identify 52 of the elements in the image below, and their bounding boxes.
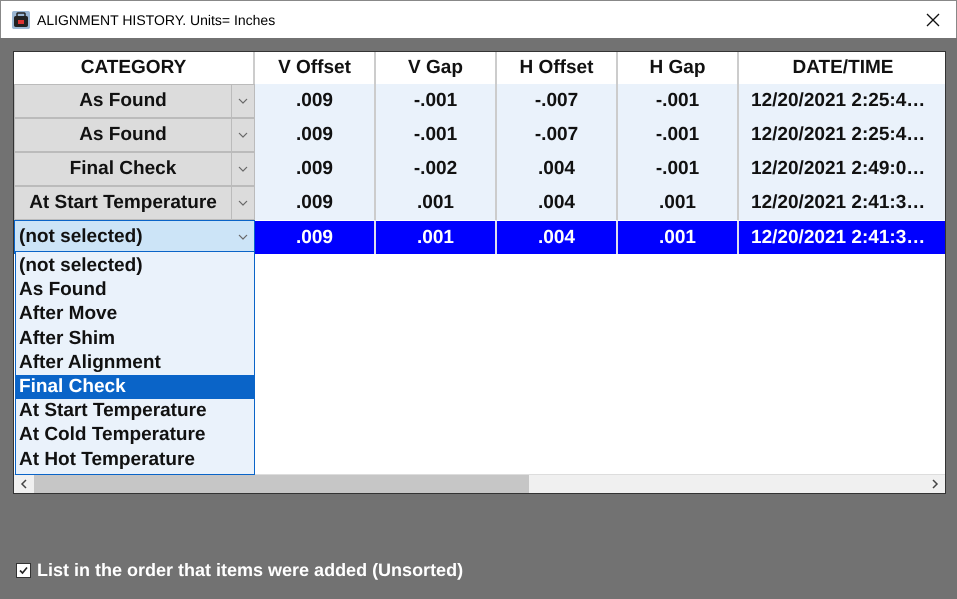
category-combo[interactable]: As Found — [14, 84, 255, 118]
dropdown-option[interactable]: At Hot Temperature — [16, 448, 254, 472]
table-cell: .009 — [255, 220, 376, 254]
table-cell: .004 — [497, 220, 618, 254]
table-cell: -.007 — [497, 118, 618, 152]
table-cell: .009 — [255, 152, 376, 186]
dropdown-option[interactable]: At Cold Temperature — [16, 423, 254, 448]
category-combo[interactable]: Final Check — [14, 152, 255, 186]
window-title: ALIGNMENT HISTORY. Units= Inches — [37, 12, 276, 28]
horizontal-scrollbar[interactable] — [14, 474, 945, 493]
table-cell: .001 — [618, 220, 739, 254]
table-cell: -.007 — [497, 84, 618, 118]
table-cell: -.001 — [618, 152, 739, 186]
table-cell: .001 — [376, 220, 497, 254]
table-cell: 12/20/2021 2:25:4… — [739, 118, 945, 152]
category-combo[interactable]: As Found — [14, 118, 255, 152]
dropdown-option[interactable]: Final Check — [16, 374, 254, 400]
scroll-right-icon[interactable] — [931, 479, 939, 489]
scroll-left-icon[interactable] — [20, 479, 28, 489]
table-cell: 12/20/2021 2:49:0… — [739, 152, 945, 186]
table-cell: .001 — [618, 186, 739, 220]
table-cell: 12/20/2021 2:41:3… — [739, 220, 945, 254]
table-cell: -.001 — [376, 118, 497, 152]
toolbox-icon — [11, 10, 31, 30]
table-cell: 12/20/2021 2:41:3… — [739, 186, 945, 220]
table-cell: .009 — [255, 118, 376, 152]
table-cell: .001 — [376, 186, 497, 220]
table-cell: -.002 — [376, 152, 497, 186]
dropdown-option[interactable]: As Found — [16, 278, 254, 302]
dropdown-option[interactable]: After Move — [16, 302, 254, 327]
category-combo[interactable]: (not selected) — [14, 220, 255, 254]
dropdown-option[interactable]: At Start Temperature — [16, 399, 254, 424]
dropdown-caret-icon[interactable] — [238, 132, 248, 138]
category-combo[interactable]: At Start Temperature — [14, 186, 255, 220]
table-cell: .004 — [497, 186, 618, 220]
sort-option-label[interactable]: List in the order that items were added (Unsorted) — [37, 560, 464, 581]
dropdown-caret-icon[interactable] — [238, 166, 248, 172]
table-cell: -.001 — [618, 118, 739, 152]
dropdown-caret-icon[interactable] — [238, 200, 248, 206]
dropdown-option[interactable]: After Shim — [16, 326, 254, 351]
dropdown-option[interactable]: After Alignment — [16, 350, 254, 375]
table-cell: .009 — [255, 186, 376, 220]
table-cell: 12/20/2021 2:25:4… — [739, 84, 945, 118]
table-cell: .009 — [255, 84, 376, 118]
close-icon[interactable] — [926, 12, 940, 26]
table-cell: .004 — [497, 152, 618, 186]
table-cell: -.001 — [618, 84, 739, 118]
dropdown-caret-icon[interactable] — [238, 98, 248, 104]
scrollbar-thumb[interactable] — [34, 475, 529, 493]
dropdown-option[interactable]: (not selected) — [16, 254, 254, 278]
dropdown-caret-icon[interactable] — [238, 234, 248, 240]
table-cell: -.001 — [376, 84, 497, 118]
